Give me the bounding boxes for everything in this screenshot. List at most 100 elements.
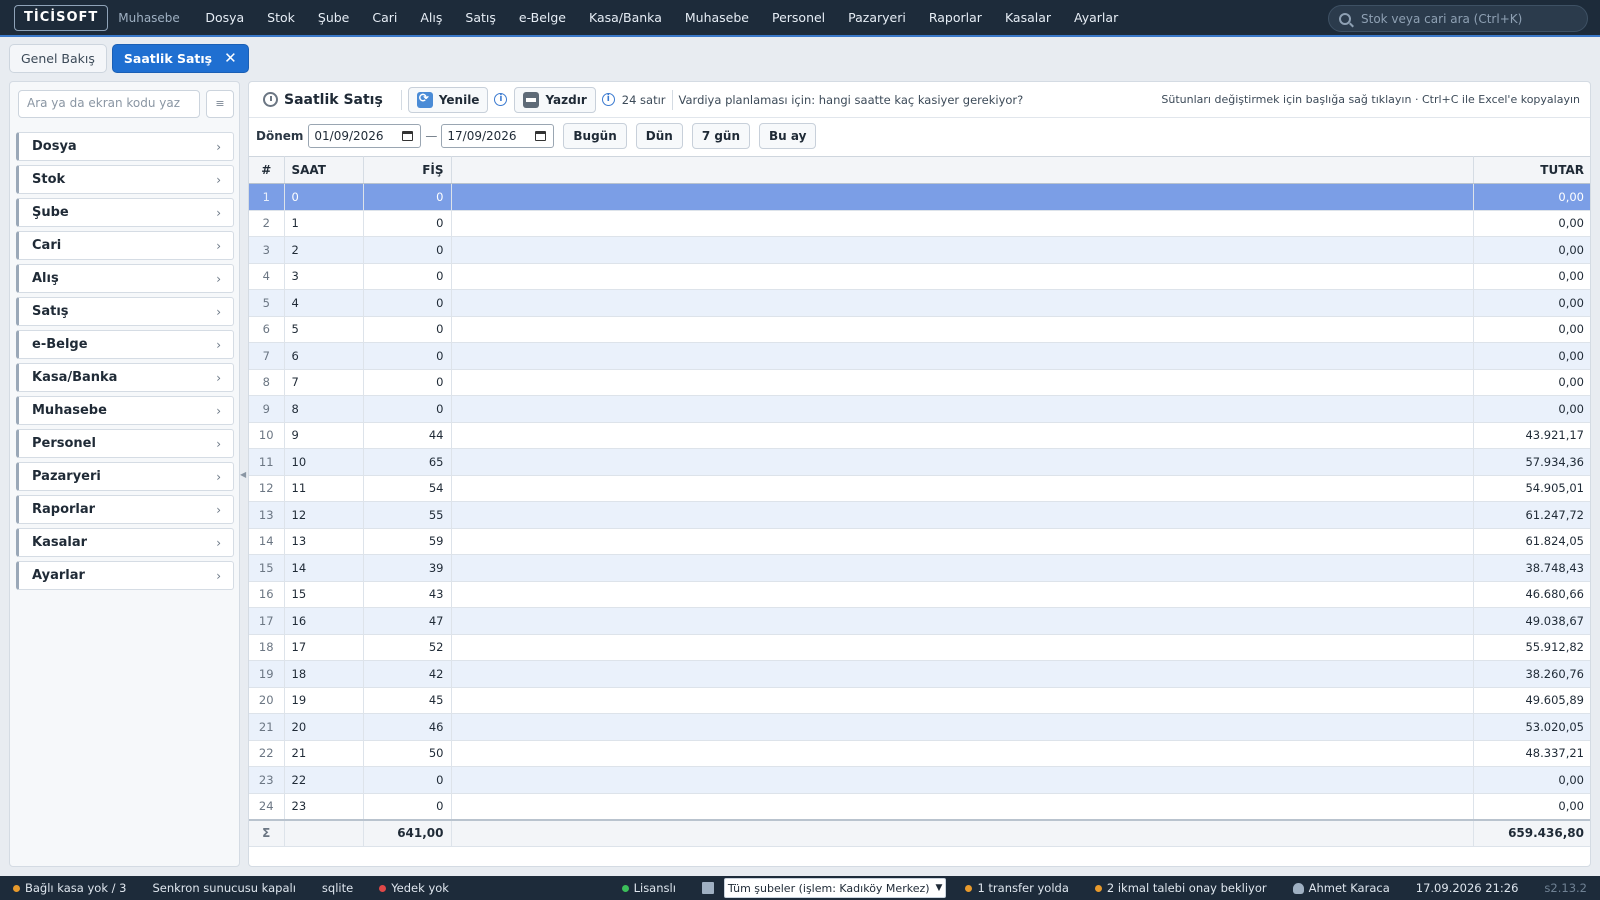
info-icon[interactable]: i bbox=[494, 93, 508, 106]
top-menu-item-satis[interactable]: Satış bbox=[454, 10, 507, 25]
global-search[interactable] bbox=[1328, 5, 1588, 32]
table-row[interactable]: 15 14 39 38.748,43 bbox=[249, 554, 1590, 582]
table-row[interactable]: 24 23 0 0,00 bbox=[249, 793, 1590, 820]
tab-genel-bakis[interactable]: Genel Bakış bbox=[9, 43, 107, 73]
sidebar-item-sube[interactable]: Şube › bbox=[16, 198, 234, 227]
global-search-input[interactable] bbox=[1361, 11, 1571, 26]
close-icon[interactable]: ✕ bbox=[224, 49, 237, 67]
spacer-cell bbox=[451, 422, 1474, 449]
refresh-button[interactable]: Yenile bbox=[407, 86, 489, 113]
info-icon[interactable]: i bbox=[601, 93, 615, 106]
table-row[interactable]: 23 22 0 0,00 bbox=[249, 766, 1590, 794]
sidebar-item-kasa-banka[interactable]: Kasa/Banka › bbox=[16, 363, 234, 392]
status-ikmal[interactable]: 2 ikmal talebi onay bekliyor bbox=[1082, 881, 1280, 895]
table-row[interactable]: 12 11 54 54.905,01 bbox=[249, 475, 1590, 502]
status-kasa-text: Bağlı kasa yok / 3 bbox=[25, 881, 127, 895]
date-to-input[interactable]: 17/09/2026 bbox=[441, 124, 555, 148]
top-menu-item-muhasebe[interactable]: Muhasebe bbox=[673, 10, 760, 25]
sidebar-item-dosya[interactable]: Dosya › bbox=[16, 132, 234, 161]
top-menu-item-stok[interactable]: Stok bbox=[256, 10, 307, 25]
top-menu-item-kasa-banka[interactable]: Kasa/Banka bbox=[578, 10, 674, 25]
menu-icon[interactable]: ≡ bbox=[206, 90, 234, 118]
sidebar-item-satis[interactable]: Satış › bbox=[16, 297, 234, 326]
tab-saatlik-satis[interactable]: Saatlik Satış ✕ bbox=[111, 43, 249, 73]
top-menu-item-kasalar[interactable]: Kasalar bbox=[993, 10, 1062, 25]
table-row[interactable]: 4 3 0 0,00 bbox=[249, 263, 1590, 290]
sidebar-item-kasalar[interactable]: Kasalar › bbox=[16, 528, 234, 557]
app-logo[interactable]: TİCİSOFT bbox=[14, 4, 109, 31]
column-header-saat[interactable]: SAAT bbox=[284, 156, 364, 184]
top-menu-item-dosya[interactable]: Dosya bbox=[194, 10, 256, 25]
top-menu-item-pazaryeri[interactable]: Pazaryeri bbox=[837, 10, 918, 25]
table-row[interactable]: 5 4 0 0,00 bbox=[249, 289, 1590, 317]
branch-select-value: Tüm şubeler (işlem: Kadıköy Merkez) bbox=[727, 881, 930, 895]
sidebar-search-input[interactable] bbox=[27, 96, 197, 110]
sidebar-item-personel[interactable]: Personel › bbox=[16, 429, 234, 458]
today-button[interactable]: Bugün bbox=[563, 123, 627, 149]
last-7-days-button[interactable]: 7 gün bbox=[691, 123, 751, 149]
table-row[interactable]: 8 7 0 0,00 bbox=[249, 369, 1590, 396]
status-transfer[interactable]: 1 transfer yolda bbox=[952, 881, 1081, 895]
branch-select[interactable]: Tüm şubeler (işlem: Kadıköy Merkez) ▼ bbox=[723, 878, 947, 898]
table-row[interactable]: 9 8 0 0,00 bbox=[249, 395, 1590, 423]
this-month-button[interactable]: Bu ay bbox=[759, 123, 817, 149]
print-button[interactable]: Yazdır bbox=[514, 86, 596, 113]
fis-cell: 0 bbox=[363, 236, 452, 264]
spacer-cell bbox=[451, 448, 1474, 476]
top-menu-item-cari[interactable]: Cari bbox=[361, 10, 409, 25]
column-header-tutar[interactable]: TUTAR bbox=[1473, 156, 1590, 184]
column-header-spacer[interactable] bbox=[451, 156, 1474, 184]
fis-cell: 43 bbox=[363, 581, 452, 608]
table-row[interactable]: 19 18 42 38.260,76 bbox=[249, 660, 1590, 688]
row-index-cell: 17 bbox=[249, 607, 285, 635]
report-title-text: Saatlik Satış bbox=[284, 91, 383, 108]
table-row[interactable]: 22 21 50 48.337,21 bbox=[249, 740, 1590, 767]
table-row[interactable]: 13 12 55 61.247,72 bbox=[249, 501, 1590, 529]
calendar-icon[interactable] bbox=[402, 131, 414, 141]
sidebar-item-ayarlar[interactable]: Ayarlar › bbox=[16, 561, 234, 590]
table-row[interactable]: 1 0 0 0,00 bbox=[249, 183, 1590, 211]
calendar-icon[interactable] bbox=[535, 131, 547, 141]
column-header-index[interactable]: # bbox=[249, 156, 285, 184]
column-header-fis[interactable]: FİŞ bbox=[363, 156, 452, 184]
sidebar-item-label: Kasalar bbox=[32, 535, 87, 550]
table-row[interactable]: 18 17 52 55.912,82 bbox=[249, 634, 1590, 661]
fis-cell: 0 bbox=[363, 289, 452, 317]
table-row[interactable]: 16 15 43 46.680,66 bbox=[249, 581, 1590, 608]
date-from-input[interactable]: 01/09/2026 bbox=[308, 124, 422, 148]
saat-cell: 14 bbox=[284, 554, 364, 582]
table-row[interactable]: 2 1 0 0,00 bbox=[249, 210, 1590, 237]
table-row[interactable]: 17 16 47 49.038,67 bbox=[249, 607, 1590, 635]
top-menu-item-alis[interactable]: Alış bbox=[409, 10, 454, 25]
table-row[interactable]: 11 10 65 57.934,36 bbox=[249, 448, 1590, 476]
top-menu-item-e-belge[interactable]: e-Belge bbox=[507, 10, 577, 25]
sidebar-item-cari[interactable]: Cari › bbox=[16, 231, 234, 260]
sidebar-item-e-belge[interactable]: e-Belge › bbox=[16, 330, 234, 359]
top-menu-item-raporlar[interactable]: Raporlar bbox=[917, 10, 993, 25]
saat-cell: 5 bbox=[284, 316, 364, 343]
sidebar-item-muhasebe[interactable]: Muhasebe › bbox=[16, 396, 234, 425]
yesterday-button[interactable]: Dün bbox=[635, 123, 683, 149]
table-row[interactable]: 3 2 0 0,00 bbox=[249, 236, 1590, 264]
table-row[interactable]: 10 9 44 43.921,17 bbox=[249, 422, 1590, 449]
top-menu-item-sube[interactable]: Şube bbox=[306, 10, 360, 25]
table-row[interactable]: 21 20 46 53.020,05 bbox=[249, 713, 1590, 741]
sidebar-item-raporlar[interactable]: Raporlar › bbox=[16, 495, 234, 524]
tutar-cell: 0,00 bbox=[1473, 289, 1590, 317]
table-row[interactable]: 14 13 59 61.824,05 bbox=[249, 528, 1590, 555]
top-menu-item-ayarlar[interactable]: Ayarlar bbox=[1063, 10, 1130, 25]
status-user[interactable]: Ahmet Karaca bbox=[1280, 881, 1403, 895]
sidebar-item-stok[interactable]: Stok › bbox=[16, 165, 234, 194]
row-index-cell: 14 bbox=[249, 528, 285, 555]
sidebar-search[interactable] bbox=[18, 90, 200, 118]
chevron-right-icon: › bbox=[216, 568, 221, 583]
table-row[interactable]: 6 5 0 0,00 bbox=[249, 316, 1590, 343]
table-row[interactable]: 7 6 0 0,00 bbox=[249, 342, 1590, 370]
sidebar-item-alis[interactable]: Alış › bbox=[16, 264, 234, 293]
app-subtitle: Muhasebe bbox=[118, 10, 180, 25]
table-row[interactable]: 20 19 45 49.605,89 bbox=[249, 687, 1590, 714]
collapse-sidebar-icon[interactable]: ◀ bbox=[240, 470, 246, 479]
fis-cell: 47 bbox=[363, 607, 452, 635]
sidebar-item-pazaryeri[interactable]: Pazaryeri › bbox=[16, 462, 234, 491]
top-menu-item-personel[interactable]: Personel bbox=[760, 10, 836, 25]
